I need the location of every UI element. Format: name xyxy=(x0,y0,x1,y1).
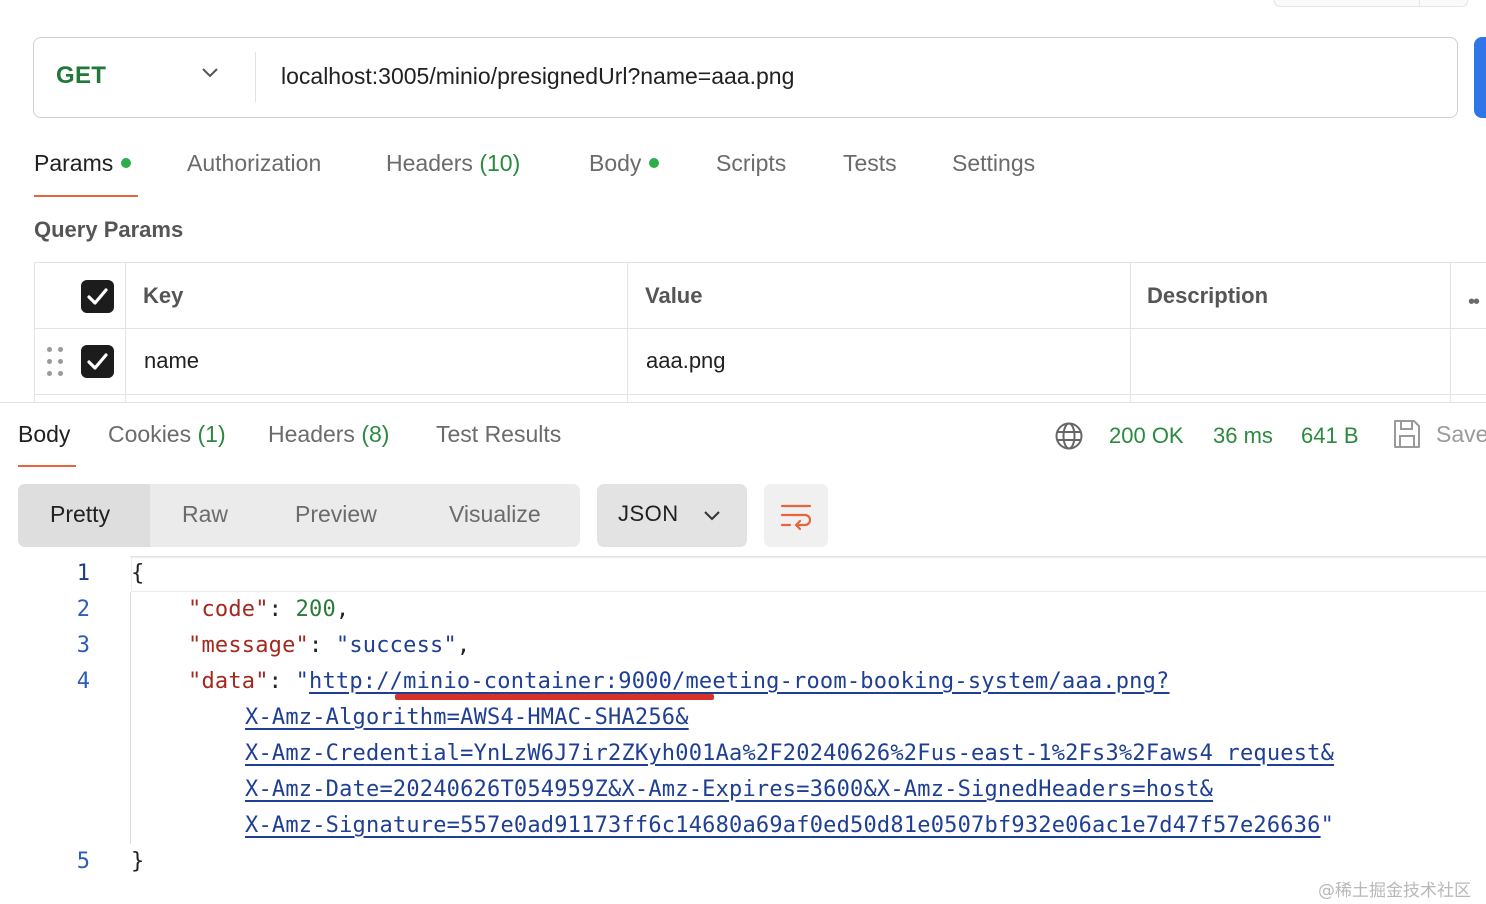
json-key: "code" xyxy=(188,597,269,622)
json-close-brace: } xyxy=(131,849,145,874)
json-url-continuation: X-Amz-Date=20240626T054959Z&X-Amz-Expire… xyxy=(245,777,1213,802)
params-table xyxy=(34,262,1486,403)
json-open-brace: { xyxy=(131,561,145,586)
body-indicator-dot xyxy=(649,158,660,168)
line-number: 1 xyxy=(76,561,90,586)
drag-handle-icon[interactable] xyxy=(47,347,65,377)
column-header-key: Key xyxy=(143,283,184,308)
json-key: "message" xyxy=(188,633,310,658)
column-header-description: Description xyxy=(1147,283,1269,308)
watermark: @稀土掘金技术社区 xyxy=(1318,881,1471,901)
json-line-data: "data": "http://minio-container:9000/mee… xyxy=(188,669,1170,694)
tab-body[interactable]: Body xyxy=(589,150,660,177)
json-key: "data" xyxy=(188,669,269,694)
json-string-value: "success" xyxy=(335,633,457,658)
save-icon[interactable] xyxy=(1392,418,1422,450)
response-time[interactable]: 36 ms xyxy=(1213,423,1273,449)
response-tab-cookies-label: Cookies xyxy=(108,421,192,447)
tab-tests[interactable]: Tests xyxy=(843,150,897,177)
view-mode-raw[interactable]: Raw xyxy=(182,501,228,528)
top-toolbar-stub xyxy=(1274,0,1468,7)
json-line-message: "message": "success", xyxy=(188,633,471,658)
tab-headers[interactable]: Headers (10) xyxy=(386,150,520,177)
response-tab-headers[interactable]: Headers (8) xyxy=(268,421,389,448)
more-options-icon[interactable]: •• xyxy=(1468,291,1480,314)
line-number: 2 xyxy=(76,597,90,622)
view-mode-visualize[interactable]: Visualize xyxy=(449,501,541,528)
tab-scripts[interactable]: Scripts xyxy=(716,150,786,177)
chevron-down-icon[interactable] xyxy=(200,66,220,80)
checkmark-icon xyxy=(87,288,108,305)
tab-settings[interactable]: Settings xyxy=(952,150,1035,177)
table-divider xyxy=(34,262,35,402)
presigned-url-link[interactable]: X-Amz-Date=20240626T054959Z&X-Amz-Expire… xyxy=(245,777,1213,802)
table-divider xyxy=(34,394,1486,395)
json-line-code: "code": 200, xyxy=(188,597,350,622)
select-all-checkbox[interactable] xyxy=(81,280,114,313)
response-headers-count: (8) xyxy=(361,421,390,447)
view-mode-pretty[interactable]: Pretty xyxy=(50,501,110,528)
indent-guide xyxy=(130,592,131,844)
wrap-lines-button[interactable] xyxy=(764,484,828,547)
tab-authorization[interactable]: Authorization xyxy=(187,150,321,177)
chevron-down-icon xyxy=(704,511,720,521)
table-divider xyxy=(627,262,628,402)
param-row-checkbox[interactable] xyxy=(81,345,114,378)
presigned-url-link[interactable]: http://minio-container:9000/meeting-room… xyxy=(309,669,1170,694)
table-divider xyxy=(1450,262,1451,402)
format-select-label: JSON xyxy=(618,501,679,526)
json-url-continuation: X-Amz-Credential=YnLzW6J7ir2ZKyh001Aa%2F… xyxy=(245,741,1334,766)
line-number: 3 xyxy=(76,633,90,658)
tab-params-label: Params xyxy=(34,150,114,176)
json-number-value: 200 xyxy=(295,597,336,622)
table-divider xyxy=(34,328,1486,329)
table-divider xyxy=(125,262,126,402)
view-mode-preview[interactable]: Preview xyxy=(295,501,377,528)
response-size[interactable]: 641 B xyxy=(1301,423,1359,449)
url-input[interactable]: localhost:3005/minio/presignedUrl?name=a… xyxy=(281,63,794,90)
pane-splitter[interactable] xyxy=(0,402,1486,403)
tab-body-label: Body xyxy=(589,150,642,176)
presigned-url-link[interactable]: X-Amz-Credential=YnLzW6J7ir2ZKyh001Aa%2F… xyxy=(245,741,1334,766)
globe-icon[interactable] xyxy=(1054,421,1084,451)
column-header-value: Value xyxy=(645,283,703,308)
method-select[interactable]: GET xyxy=(56,62,106,90)
table-divider xyxy=(1130,262,1131,402)
tab-headers-label: Headers xyxy=(386,150,473,176)
response-tab-test-results[interactable]: Test Results xyxy=(436,421,561,448)
active-response-tab-underline xyxy=(18,465,76,467)
cookies-count: (1) xyxy=(197,421,226,447)
params-indicator-dot xyxy=(121,158,132,168)
response-tab-body[interactable]: Body xyxy=(18,421,70,448)
status-code[interactable]: 200 OK xyxy=(1109,423,1184,449)
query-params-title: Query Params xyxy=(34,217,184,242)
line-number: 5 xyxy=(76,849,90,874)
headers-count: (10) xyxy=(479,150,521,176)
red-annotation-underline xyxy=(395,694,714,700)
url-divider xyxy=(255,52,256,102)
active-tab-underline xyxy=(34,195,138,197)
line-number: 4 xyxy=(76,669,90,694)
save-response-button[interactable]: Save xyxy=(1436,421,1486,448)
json-url-continuation: X-Amz-Signature=557e0ad91173ff6c14680a69… xyxy=(245,813,1335,838)
wrap-lines-icon xyxy=(780,504,812,531)
json-url-continuation: X-Amz-Algorithm=AWS4-HMAC-SHA256& xyxy=(245,705,689,730)
tab-params[interactable]: Params xyxy=(34,150,132,177)
current-line-highlight xyxy=(131,557,1486,592)
response-tab-cookies[interactable]: Cookies (1) xyxy=(108,421,226,448)
send-button[interactable] xyxy=(1474,37,1486,118)
param-value-cell[interactable]: aaa.png xyxy=(646,348,726,374)
checkmark-icon xyxy=(87,353,108,370)
response-tab-headers-label: Headers xyxy=(268,421,355,447)
param-key-cell[interactable]: name xyxy=(144,348,199,374)
presigned-url-link[interactable]: X-Amz-Signature=557e0ad91173ff6c14680a69… xyxy=(245,813,1321,838)
presigned-url-link[interactable]: X-Amz-Algorithm=AWS4-HMAC-SHA256& xyxy=(245,705,689,730)
